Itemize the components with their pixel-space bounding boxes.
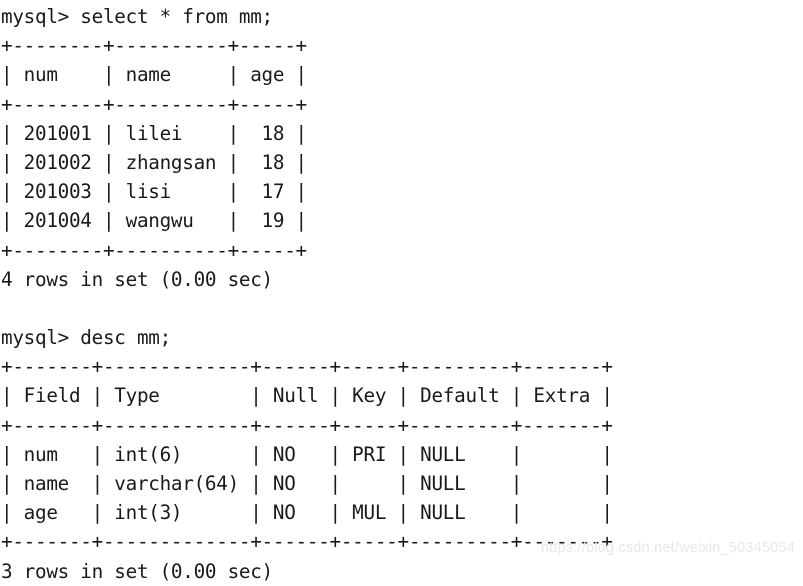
table-border-bottom-select: +--------+----------+-----+ bbox=[1, 238, 307, 262]
table-row: | num | int(6) | NO | PRI | NULL | | bbox=[1, 442, 613, 466]
table-border-header-desc: +-------+-------------+------+-----+----… bbox=[1, 413, 613, 437]
table-header-desc: | Field | Type | Null | Key | Default | … bbox=[1, 384, 613, 408]
table-row: | age | int(3) | NO | MUL | NULL | | bbox=[1, 501, 613, 525]
table-row: | 201001 | lilei | 18 | bbox=[1, 121, 307, 145]
command-line-select: mysql> select * from mm; bbox=[1, 5, 273, 28]
table-border-header-select: +--------+----------+-----+ bbox=[1, 92, 307, 116]
status-line-select: 4 rows in set (0.00 sec) bbox=[1, 267, 273, 291]
table-row: | 201003 | lisi | 17 | bbox=[1, 180, 307, 204]
table-border-top-desc: +-------+-------------+------+-----+----… bbox=[1, 355, 613, 379]
status-line-desc: 3 rows in set (0.00 sec) bbox=[1, 559, 273, 583]
table-border-bottom-desc: +-------+-------------+------+-----+----… bbox=[1, 530, 613, 554]
table-header-select: | num | name | age | bbox=[1, 63, 307, 87]
command-line-desc: mysql> desc mm; bbox=[1, 326, 171, 350]
terminal-output-pane: mysql> select * from mm; +--------+-----… bbox=[0, 0, 803, 583]
table-row: | name | varchar(64) | NO | | NULL | | bbox=[1, 472, 613, 495]
table-row: | 201004 | wangwu | 19 | bbox=[1, 209, 307, 233]
table-row: | 201002 | zhangsan | 18 | bbox=[1, 150, 307, 174]
table-border-top-select: +--------+----------+-----+ bbox=[1, 34, 307, 58]
